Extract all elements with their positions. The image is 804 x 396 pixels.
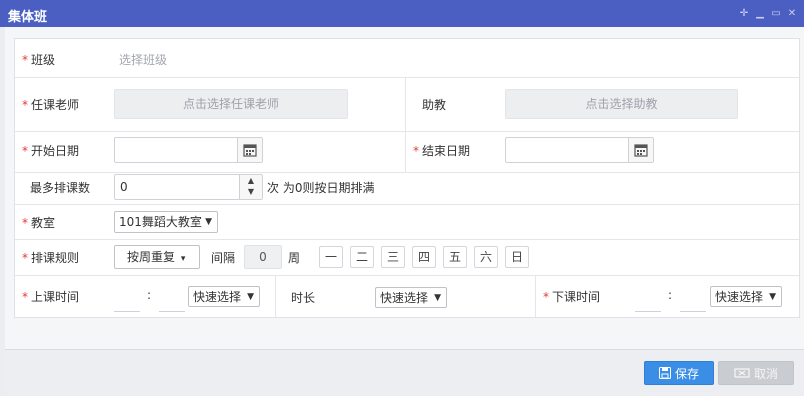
duration-label: 时长 bbox=[291, 291, 316, 305]
select-assistant-button[interactable]: 点击选择助教 bbox=[505, 89, 738, 119]
chevron-down-icon: ▼ bbox=[434, 293, 441, 303]
weekday-mon[interactable]: 一 bbox=[319, 246, 343, 268]
row-teacher: * 任课老师 点击选择任课老师 助教 点击选择助教 bbox=[15, 77, 799, 132]
save-button[interactable]: 保存 bbox=[644, 361, 714, 385]
start-date-field[interactable] bbox=[114, 137, 263, 163]
interval-label: 间隔 bbox=[211, 251, 236, 265]
weekday-buttons: 一 二 三 四 五 六 日 bbox=[319, 246, 539, 268]
weekday-tue[interactable]: 二 bbox=[350, 246, 374, 268]
start-time-quick-select[interactable]: 快速选择 ▼ bbox=[188, 286, 260, 307]
dialog-footer: 保存 取消 bbox=[5, 349, 804, 396]
start-hour-field[interactable] bbox=[114, 311, 140, 312]
chevron-down-icon: ▼ bbox=[205, 217, 212, 227]
row-schedule-rule: * 排课规则 按周重复 ▾ 间隔 0 周 一 二 三 四 五 六 日 bbox=[15, 239, 799, 276]
maximize-icon[interactable]: ▭ bbox=[770, 8, 782, 20]
repeat-mode-value: 按周重复 bbox=[127, 250, 176, 264]
end-hour-field[interactable] bbox=[635, 311, 661, 312]
calendar-icon[interactable] bbox=[237, 138, 262, 162]
interval-input[interactable]: 0 bbox=[244, 245, 282, 269]
duration-quick-select[interactable]: 快速选择 ▼ bbox=[375, 287, 447, 308]
class-label: * 班级 bbox=[22, 53, 56, 67]
start-time-label: * 上课时间 bbox=[22, 290, 80, 304]
row-max-sessions: 最多排课数 0 ▲ ▼ 次 为0则按日期排满 bbox=[15, 172, 799, 204]
max-sessions-unit: 次 bbox=[267, 181, 280, 195]
end-date-label: * 结束日期 bbox=[413, 144, 471, 158]
decrement-icon[interactable]: ▼ bbox=[240, 186, 262, 197]
max-sessions-hint: 为0则按日期排满 bbox=[282, 181, 375, 195]
end-time-quick-select[interactable]: 快速选择 ▼ bbox=[710, 286, 782, 307]
close-icon[interactable]: ✕ bbox=[786, 8, 798, 20]
calendar-icon[interactable] bbox=[628, 138, 653, 162]
interval-unit: 周 bbox=[288, 251, 301, 265]
save-icon bbox=[658, 363, 671, 387]
pin-icon[interactable]: ✛ bbox=[738, 8, 750, 20]
dialog-body: * 班级 选择班级 * 任课老师 点击选择任课老师 助教 点击选择助教 * 开始日期 … bbox=[5, 27, 804, 349]
class-selector[interactable]: 选择班级 bbox=[119, 51, 167, 68]
weekday-fri[interactable]: 五 bbox=[443, 246, 467, 268]
teacher-label: * 任课老师 bbox=[22, 98, 80, 112]
chevron-down-icon: ▼ bbox=[247, 292, 254, 302]
weekday-wed[interactable]: 三 bbox=[381, 246, 405, 268]
chevron-down-icon: ▼ bbox=[769, 292, 776, 302]
start-time-colon: : bbox=[147, 288, 152, 302]
end-time-colon: : bbox=[668, 288, 673, 302]
end-time-label: * 下课时间 bbox=[543, 290, 601, 304]
max-sessions-value: 0 bbox=[120, 180, 128, 194]
row-times: * 上课时间 : 快速选择 ▼ 时长 快速选择 ▼ * 下课时间 : 快速选择 ▼ bbox=[15, 276, 799, 317]
start-time-quick-label: 快速选择 bbox=[193, 290, 242, 304]
start-minute-field[interactable] bbox=[159, 311, 185, 312]
save-label: 保存 bbox=[674, 367, 699, 381]
row-dates: * 开始日期 * 结束日期 bbox=[15, 132, 799, 173]
course-form: * 班级 选择班级 * 任课老师 点击选择任课老师 助教 点击选择助教 * 开始日期 … bbox=[14, 38, 800, 318]
window-titlebar: 集体班 ✛ ▁ ▭ ✕ bbox=[0, 0, 804, 27]
caret-down-icon: ▾ bbox=[180, 254, 186, 264]
duration-quick-label: 快速选择 bbox=[380, 291, 429, 305]
max-sessions-stepper[interactable]: 0 ▲ ▼ bbox=[114, 174, 263, 200]
schedule-rule-label: * 排课规则 bbox=[22, 251, 80, 265]
max-sessions-label: 最多排课数 bbox=[30, 181, 91, 195]
cancel-icon bbox=[734, 363, 750, 387]
weekday-sat[interactable]: 六 bbox=[474, 246, 498, 268]
minimize-icon[interactable]: ▁ bbox=[754, 8, 766, 20]
end-minute-field[interactable] bbox=[680, 311, 706, 312]
classroom-select[interactable]: 101舞蹈大教室 ▼ bbox=[114, 211, 218, 233]
weekday-sun[interactable]: 日 bbox=[505, 246, 529, 268]
repeat-mode-dropdown[interactable]: 按周重复 ▾ bbox=[114, 245, 200, 269]
cancel-label: 取消 bbox=[753, 367, 778, 381]
end-time-quick-label: 快速选择 bbox=[715, 290, 764, 304]
start-date-label: * 开始日期 bbox=[22, 144, 80, 158]
row-class: * 班级 选择班级 bbox=[15, 39, 799, 78]
classroom-label: * 教室 bbox=[22, 216, 56, 230]
end-date-field[interactable] bbox=[505, 137, 654, 163]
assistant-label: 助教 bbox=[422, 98, 447, 112]
weekday-thu[interactable]: 四 bbox=[412, 246, 436, 268]
classroom-value: 101舞蹈大教室 bbox=[119, 215, 202, 229]
window-title: 集体班 bbox=[8, 10, 48, 25]
cancel-button[interactable]: 取消 bbox=[718, 361, 794, 385]
select-teacher-button[interactable]: 点击选择任课老师 bbox=[114, 89, 348, 119]
increment-icon[interactable]: ▲ bbox=[240, 175, 262, 186]
row-classroom: * 教室 101舞蹈大教室 ▼ bbox=[15, 204, 799, 240]
